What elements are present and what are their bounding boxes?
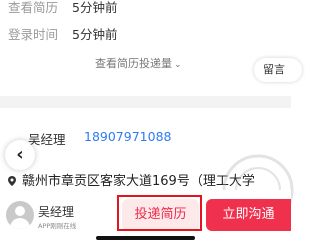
chevron-down-icon: ⌄ [174, 60, 182, 70]
login-time-value: 5分钟前 [72, 27, 118, 42]
online-status: APP刚刚在线 [38, 222, 77, 230]
avatar[interactable] [6, 201, 34, 229]
message-button[interactable]: 留言 [254, 58, 302, 82]
view-resume-label: 查看简历 [8, 0, 59, 15]
recruiter-name: 吴经理 [38, 205, 75, 219]
back-button[interactable]: ‹ [5, 140, 35, 170]
contact-phone-link[interactable]: 18907971088 [84, 129, 171, 144]
apply-button-highlight-box [117, 195, 202, 231]
view-resume-time: 5分钟前 [72, 0, 118, 15]
home-indicator [96, 236, 195, 240]
address-text: 赣州市章贡区客家大道169号（理工大学 [22, 174, 255, 189]
view-applications-label: 查看简历投递量 [95, 57, 172, 70]
section-divider [0, 96, 291, 108]
login-time-label: 登录时间 [8, 27, 59, 42]
chevron-left-icon: ‹ [16, 144, 24, 165]
message-button-label: 留言 [263, 63, 285, 76]
location-pin-icon [8, 176, 16, 186]
address-row[interactable]: 赣州市章贡区客家大道169号（理工大学 [8, 170, 255, 189]
chat-now-button[interactable]: 立即沟通 [206, 199, 291, 231]
contact-name: 吴经理 [28, 132, 66, 147]
view-applications-link[interactable]: 查看简历投递量 ⌄ [95, 55, 182, 71]
